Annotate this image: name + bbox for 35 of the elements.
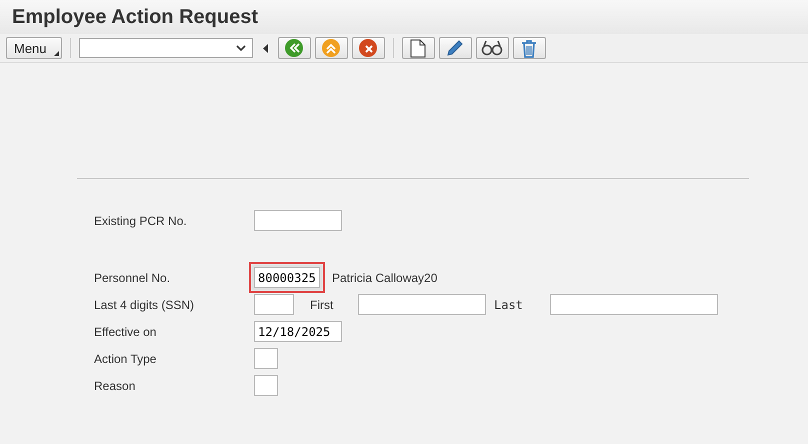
input-field[interactable] <box>254 375 278 396</box>
document-icon <box>410 38 426 58</box>
field-label: Last <box>494 298 524 312</box>
document-button[interactable] <box>402 37 435 59</box>
cancel-button[interactable] <box>352 37 385 59</box>
glasses-icon <box>481 40 504 56</box>
employee-name: Patricia Calloway20 <box>332 270 438 284</box>
display-button[interactable] <box>476 37 509 59</box>
back-button[interactable] <box>278 37 311 59</box>
input-field[interactable]: 12/18/2025 <box>254 321 342 342</box>
triangle-left-icon[interactable] <box>262 44 268 52</box>
delete-button[interactable] <box>512 37 546 59</box>
double-chevron-left-icon <box>284 38 304 58</box>
input-field[interactable] <box>358 294 486 315</box>
command-field[interactable] <box>78 38 253 58</box>
input-field[interactable] <box>254 348 278 369</box>
pencil-icon <box>446 39 464 57</box>
cancel-icon <box>358 38 378 58</box>
double-chevron-up-icon <box>321 38 342 58</box>
field-label: Effective on <box>94 324 158 338</box>
field-label: Last 4 digits (SSN) <box>94 298 196 312</box>
field-label: First <box>310 298 334 312</box>
input-field[interactable] <box>254 210 342 231</box>
menu-button[interactable]: Menu <box>6 37 62 59</box>
window-title: Employee Action Request <box>12 6 258 28</box>
field-label: Existing PCR No. <box>94 214 188 228</box>
input-field[interactable] <box>550 294 718 315</box>
input-field[interactable] <box>254 294 294 315</box>
trash-icon <box>520 38 538 58</box>
up-button[interactable] <box>314 37 348 59</box>
edit-button[interactable] <box>438 37 472 59</box>
chevron-down-icon <box>236 44 246 52</box>
field-label: Reason <box>94 378 136 392</box>
field-label: Action Type <box>94 352 158 366</box>
field-label: Personnel No. <box>94 270 172 284</box>
